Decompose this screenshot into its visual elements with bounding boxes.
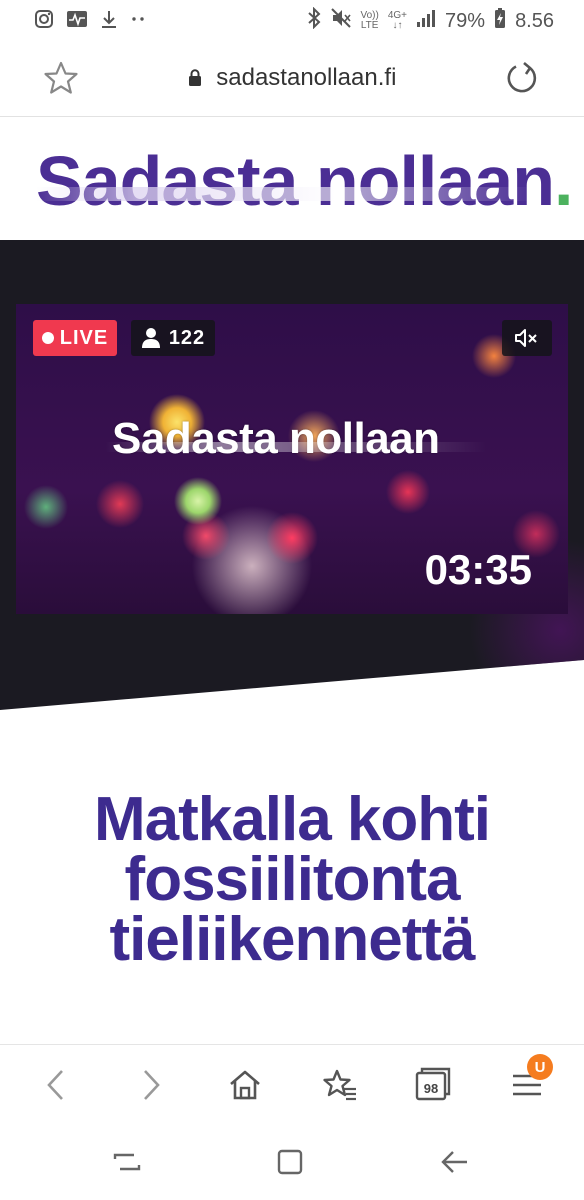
viewer-count-badge: 122 <box>131 320 215 356</box>
android-back-button[interactable] <box>434 1144 474 1180</box>
volte-bottom: LTE <box>360 20 379 31</box>
bluetooth-icon <box>307 6 321 35</box>
url-field[interactable]: sadastanollaan.fi <box>0 64 584 92</box>
android-home-button[interactable] <box>270 1144 310 1180</box>
status-left-icons <box>34 9 146 35</box>
recent-apps-icon <box>113 1153 141 1171</box>
clock: 8.56 <box>515 9 554 32</box>
volte-icon: Vo)) LTE <box>361 11 379 31</box>
tabs-count: 98 <box>423 1080 439 1096</box>
reload-button[interactable] <box>504 60 540 96</box>
signal-icon <box>416 8 436 34</box>
live-label: LIVE <box>59 326 109 349</box>
network-arrows: ↓↑ <box>392 20 403 31</box>
video-title-strip <box>106 442 486 452</box>
4g-icon: 4G+ ↓↑ <box>388 11 407 31</box>
headline-line: tieliikennettä <box>109 905 476 974</box>
site-header: Sadasta nollaan. <box>0 117 584 240</box>
mute-icon <box>330 7 352 35</box>
recent-apps-button[interactable] <box>107 1144 147 1180</box>
video-title: Sadasta nollaan <box>112 414 440 463</box>
battery-icon <box>494 7 506 35</box>
bookmarks-button[interactable] <box>320 1065 360 1105</box>
lock-icon <box>188 69 201 86</box>
star-list-icon <box>323 1069 356 1101</box>
live-dot-icon <box>41 332 54 344</box>
speaker-muted-icon <box>515 329 537 347</box>
tabs-button[interactable]: 98 <box>413 1065 453 1105</box>
android-navigation-bar <box>0 1124 584 1200</box>
live-video-player[interactable]: LIVE 122 Sadasta nollaan 03:35 <box>16 304 568 614</box>
logo-highlight-strip <box>36 187 536 201</box>
home-button[interactable] <box>225 1065 265 1105</box>
chevron-right-icon <box>144 1070 160 1100</box>
headline-line: Matkalla kohti <box>94 785 491 854</box>
battery-percent: 79% <box>445 9 486 32</box>
activity-icon <box>66 9 88 35</box>
back-arrow-icon <box>441 1151 467 1173</box>
person-icon <box>141 328 160 348</box>
unmute-button[interactable] <box>502 320 552 356</box>
forward-button[interactable] <box>131 1065 171 1105</box>
video-timer: 03:35 <box>424 546 532 593</box>
url-text: sadastanollaan.fi <box>216 64 397 91</box>
more-dots-icon <box>130 9 146 35</box>
headline-line: fossiilitonta <box>124 845 461 914</box>
live-badge: LIVE <box>33 320 117 356</box>
page-headline: Matkalla kohti fossiilitonta tieliikenne… <box>0 785 584 974</box>
instagram-icon <box>34 9 54 35</box>
chevron-left-icon <box>47 1070 63 1100</box>
status-bar: Vo)) LTE 4G+ ↓↑ 79% 8.56 <box>0 0 584 42</box>
square-icon <box>277 1149 303 1175</box>
viewer-count: 122 <box>168 326 206 349</box>
logo-dot: . <box>553 142 573 220</box>
browser-toolbar: 98 <box>0 1044 584 1125</box>
logo-text: Sadasta nollaan <box>36 142 555 220</box>
partially-hidden-text <box>132 1030 452 1044</box>
download-icon <box>100 9 118 35</box>
back-button[interactable] <box>36 1065 76 1105</box>
menu-notification-badge: U <box>527 1054 553 1080</box>
reload-icon <box>507 62 537 93</box>
home-icon <box>230 1070 260 1100</box>
status-right-icons: Vo)) LTE 4G+ ↓↑ 79% 8.56 <box>307 6 554 35</box>
address-bar: sadastanollaan.fi <box>0 42 584 117</box>
site-logo[interactable]: Sadasta nollaan. <box>36 141 573 221</box>
